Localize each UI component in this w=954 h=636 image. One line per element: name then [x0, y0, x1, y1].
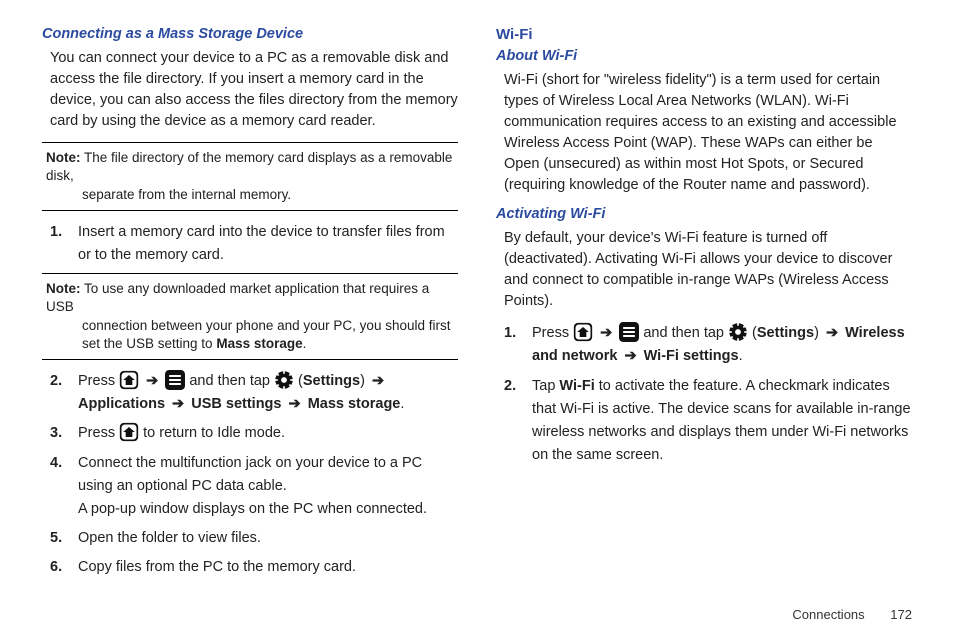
arrow-icon: ➔ [369, 373, 387, 389]
footer-section: Connections [792, 607, 864, 622]
left-column: Connecting as a Mass Storage Device You … [42, 26, 458, 585]
step-number: 6. [50, 556, 78, 579]
step-item: 1. Press ➔ and then tap (Settings) ➔ Wir… [504, 322, 912, 368]
step-number: 4. [50, 452, 78, 522]
home-icon [573, 322, 593, 342]
note-text-line2: separate from the internal memory. [46, 186, 454, 204]
step-body: Connect the multifunction jack on your d… [78, 452, 458, 522]
step-body: Press ➔ and then tap (Settings) ➔ Applic… [78, 370, 458, 416]
step-body: Copy files from the PC to the memory car… [78, 556, 458, 579]
mass-storage-intro: You can connect your device to a PC as a… [42, 48, 458, 132]
activating-wifi-text: By default, your device's Wi-Fi feature … [496, 228, 912, 312]
gear-icon [274, 370, 294, 390]
home-icon [119, 422, 139, 442]
step-item: 4. Connect the multifunction jack on you… [50, 452, 458, 522]
step-body: Press ➔ and then tap (Settings) ➔ Wirele… [532, 322, 912, 368]
step-number: 5. [50, 527, 78, 550]
arrow-icon: ➔ [143, 373, 161, 389]
note-text: To use any downloaded market application… [46, 281, 429, 314]
heading-about-wifi: About Wi-Fi [496, 48, 912, 64]
about-wifi-text: Wi-Fi (short for "wireless fidelity") is… [496, 70, 912, 196]
home-icon [119, 370, 139, 390]
menu-icon [165, 370, 185, 390]
step-item: 5. Open the folder to view files. [50, 527, 458, 550]
menu-icon [619, 322, 639, 342]
note-box-2: Note: To use any downloaded market appli… [42, 273, 458, 360]
right-column: Wi-Fi About Wi-Fi Wi-Fi (short for "wire… [496, 26, 912, 585]
step-item: 2. Tap Wi-Fi to activate the feature. A … [504, 375, 912, 468]
heading-mass-storage: Connecting as a Mass Storage Device [42, 26, 458, 42]
footer-page-number: 172 [890, 607, 912, 622]
step-body: Tap Wi-Fi to activate the feature. A che… [532, 375, 912, 468]
step-number: 3. [50, 422, 78, 445]
page-footer: Connections 172 [792, 607, 912, 622]
arrow-icon: ➔ [169, 396, 187, 412]
note-box-1: Note: The file directory of the memory c… [42, 142, 458, 211]
note-label: Note: [46, 281, 81, 296]
step-body: Insert a memory card into the device to … [78, 221, 458, 267]
note-label: Note: [46, 150, 81, 165]
arrow-icon: ➔ [823, 325, 841, 341]
step-number: 1. [504, 322, 532, 368]
heading-wifi: Wi-Fi [496, 26, 912, 43]
note-text: The file directory of the memory card di… [46, 150, 452, 183]
step-number: 2. [50, 370, 78, 416]
gear-icon [728, 322, 748, 342]
arrow-icon: ➔ [597, 325, 615, 341]
step-number: 1. [50, 221, 78, 267]
step-item: 3. Press to return to Idle mode. [50, 422, 458, 445]
arrow-icon: ➔ [286, 396, 304, 412]
step-number: 2. [504, 375, 532, 468]
step-item: 2. Press ➔ and then tap (Settings) ➔ App… [50, 370, 458, 416]
heading-activating-wifi: Activating Wi-Fi [496, 206, 912, 222]
arrow-icon: ➔ [621, 348, 639, 364]
note-text-line2: connection between your phone and your P… [46, 317, 454, 353]
step-body: Open the folder to view files. [78, 527, 458, 550]
step-body: Press to return to Idle mode. [78, 422, 458, 445]
step-item: 6. Copy files from the PC to the memory … [50, 556, 458, 579]
step-item: 1. Insert a memory card into the device … [50, 221, 458, 267]
